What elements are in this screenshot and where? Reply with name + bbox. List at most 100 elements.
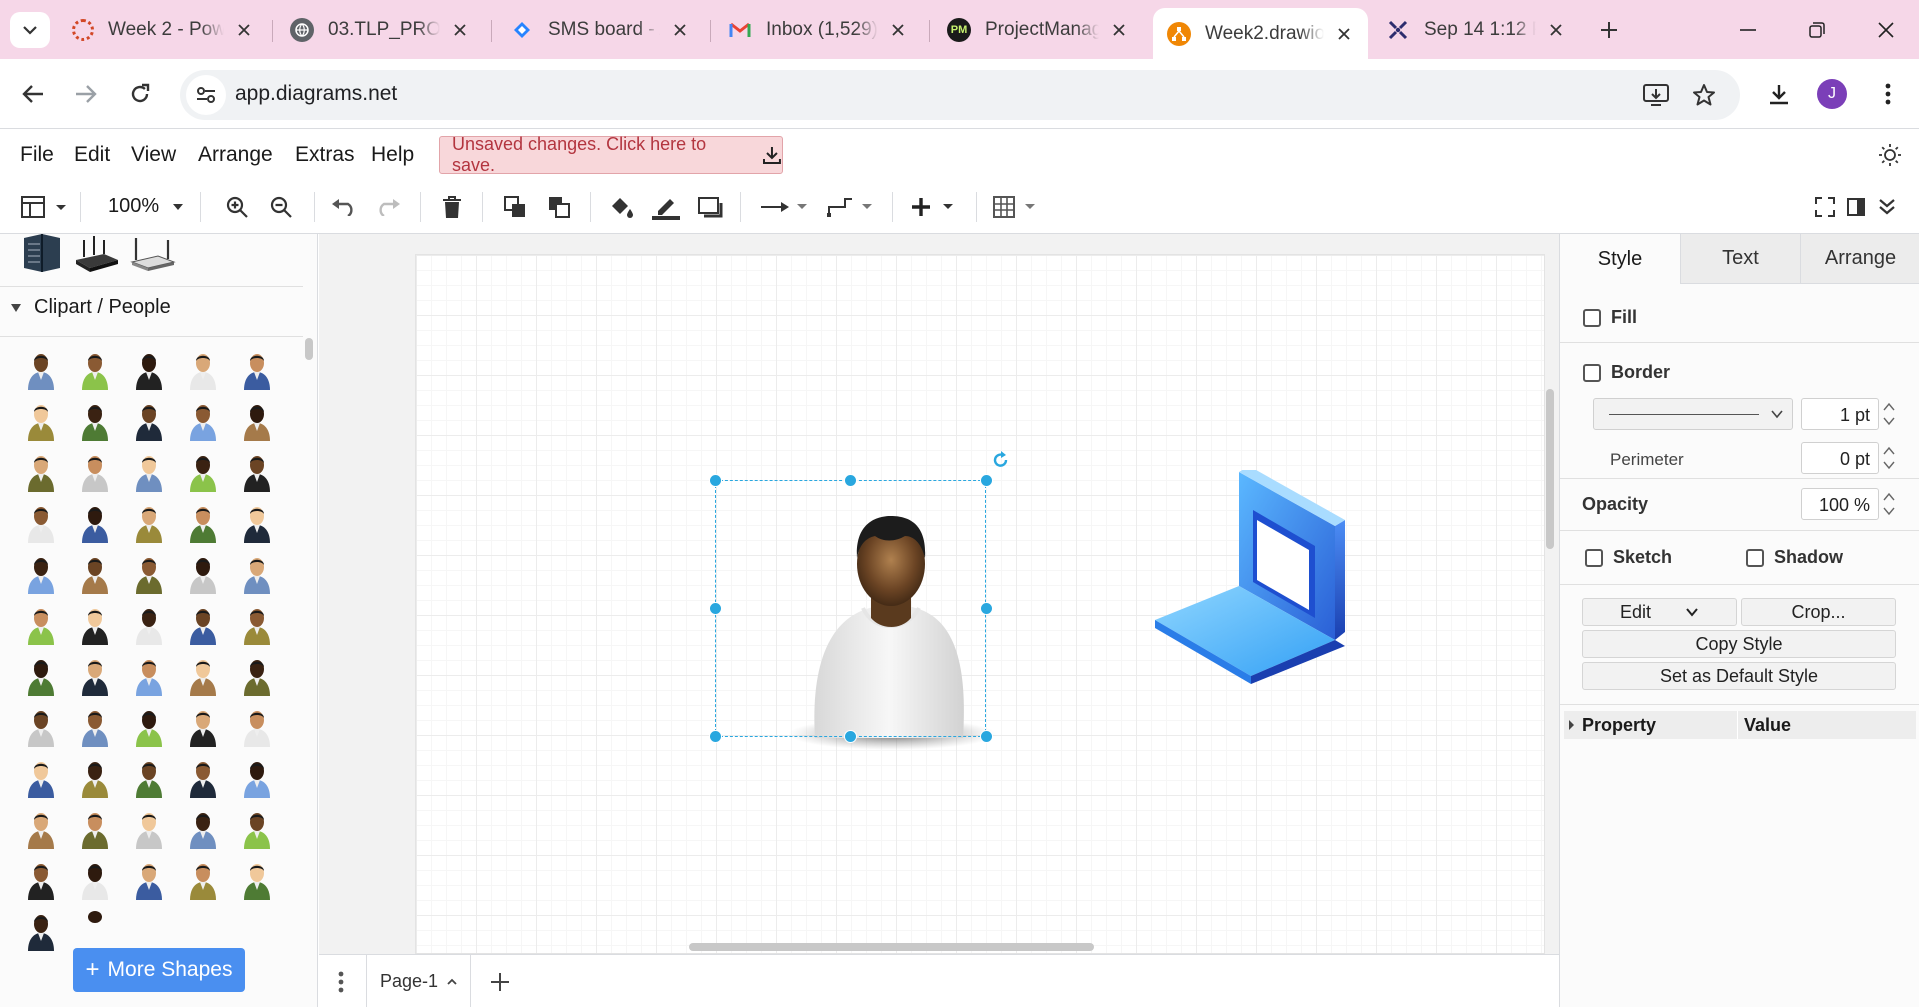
site-info-button[interactable] — [186, 75, 226, 115]
person-clipart-shape[interactable] — [236, 754, 278, 798]
browser-tab-gmail[interactable]: Inbox (1,529) - Gmail — [714, 8, 922, 52]
install-app-icon[interactable] — [1642, 81, 1670, 109]
person-clipart-shape[interactable] — [128, 805, 170, 849]
delete-button[interactable] — [437, 189, 467, 225]
spinner-icon[interactable] — [1882, 488, 1896, 520]
person-clipart-shape[interactable] — [182, 856, 224, 900]
browser-tab-powerpoint[interactable]: Week 2 - PowerPoint — [58, 8, 268, 52]
resize-handle-bottom[interactable] — [844, 730, 857, 743]
person-clipart-shape[interactable] — [74, 346, 116, 390]
resize-handle-top[interactable] — [844, 474, 857, 487]
person-clipart-shape[interactable] — [74, 703, 116, 747]
tab-search-button[interactable] — [10, 12, 50, 48]
collapse-toolbar-button[interactable] — [1874, 189, 1900, 225]
menu-edit[interactable]: Edit — [74, 143, 110, 167]
person-clipart-shape[interactable] — [20, 550, 62, 594]
resize-handle-bottom-left[interactable] — [709, 730, 722, 743]
to-front-button[interactable] — [500, 189, 530, 225]
line-color-button[interactable] — [650, 189, 682, 225]
new-tab-button[interactable] — [1593, 14, 1625, 46]
shadow-checkbox[interactable] — [1746, 548, 1764, 567]
person-clipart-shape[interactable] — [182, 601, 224, 645]
person-clipart-shape[interactable] — [128, 856, 170, 900]
crop-button[interactable]: Crop... — [1741, 598, 1896, 626]
resize-handle-top-right[interactable] — [980, 474, 993, 487]
person-clipart-shape[interactable] — [20, 805, 62, 849]
theme-toggle-button[interactable] — [1875, 140, 1905, 170]
zoom-out-button[interactable] — [266, 189, 296, 225]
page-tab-page-1[interactable]: Page-1 — [366, 955, 471, 1007]
person-clipart-shape[interactable] — [20, 499, 62, 543]
person-clipart-shape[interactable] — [182, 550, 224, 594]
more-shapes-button[interactable]: + More Shapes — [73, 948, 245, 992]
menu-view[interactable]: View — [131, 143, 176, 167]
chevron-up-icon[interactable] — [447, 978, 457, 985]
unsaved-changes-button[interactable]: Unsaved changes. Click here to save. — [439, 134, 783, 175]
person-clipart-shape[interactable] — [20, 856, 62, 900]
connection-style-button[interactable] — [758, 189, 810, 225]
waypoints-button[interactable] — [826, 189, 876, 225]
shadow-button[interactable] — [694, 189, 726, 225]
section-header-clipart-people[interactable]: Clipart / People — [10, 296, 171, 319]
resize-handle-left[interactable] — [709, 602, 722, 615]
resize-handle-bottom-right[interactable] — [980, 730, 993, 743]
close-window-button[interactable] — [1858, 10, 1914, 50]
laptop-shape[interactable] — [1139, 470, 1369, 710]
tab-arrange[interactable]: Arrange — [1800, 234, 1919, 284]
person-clipart-shape[interactable] — [20, 907, 62, 951]
undo-button[interactable] — [328, 189, 360, 225]
person-clipart-shape[interactable] — [182, 703, 224, 747]
canvas-vertical-scrollbar[interactable] — [1546, 389, 1554, 549]
zoom-dropdown-button[interactable] — [170, 189, 186, 225]
restore-button[interactable] — [1789, 10, 1845, 50]
bookmark-star-icon[interactable] — [1690, 81, 1718, 109]
person-clipart-shape[interactable] — [128, 346, 170, 390]
menu-arrange[interactable]: Arrange — [198, 143, 273, 167]
person-clipart-shape[interactable] — [74, 499, 116, 543]
close-tab-icon[interactable] — [1334, 24, 1354, 44]
person-clipart-shape[interactable] — [236, 346, 278, 390]
address-bar[interactable]: app.diagrams.net — [180, 70, 1740, 120]
add-page-button[interactable] — [485, 967, 515, 997]
resize-handle-right[interactable] — [980, 602, 993, 615]
router-icon[interactable] — [74, 234, 120, 272]
person-clipart-shape[interactable] — [74, 550, 116, 594]
person-clipart-shape[interactable] — [74, 907, 116, 923]
zoom-level[interactable]: 100% — [108, 195, 159, 218]
person-clipart-shape[interactable] — [182, 652, 224, 696]
person-clipart-shape[interactable] — [20, 397, 62, 441]
browser-tab-project-management[interactable]: PM ProjectManagement — [933, 8, 1143, 52]
sketch-option[interactable]: Sketch — [1585, 547, 1672, 568]
sidebar-scrollbar[interactable] — [305, 338, 313, 360]
canvas-horizontal-scrollbar[interactable] — [689, 943, 1094, 951]
person-clipart-shape[interactable] — [74, 448, 116, 492]
person-clipart-shape[interactable] — [236, 856, 278, 900]
close-tab-icon[interactable] — [670, 20, 690, 40]
person-clipart-shape[interactable] — [128, 397, 170, 441]
opacity-input[interactable]: 100 % — [1801, 488, 1879, 520]
edit-image-button[interactable]: Edit — [1582, 598, 1737, 626]
fill-color-button[interactable] — [606, 189, 638, 225]
table-button[interactable] — [993, 189, 1043, 225]
person-clipart-shape[interactable] — [20, 703, 62, 747]
diagram-canvas[interactable] — [319, 234, 1559, 954]
tab-style[interactable]: Style — [1560, 234, 1680, 284]
server-rack-icon[interactable] — [20, 234, 64, 272]
profile-button[interactable]: J — [1814, 76, 1850, 112]
person-clipart-shape[interactable] — [182, 397, 224, 441]
person-clipart-shape[interactable] — [236, 652, 278, 696]
minimize-button[interactable] — [1720, 10, 1776, 50]
perimeter-input[interactable]: 0 pt — [1801, 442, 1879, 474]
person-clipart-shape[interactable] — [182, 805, 224, 849]
person-clipart-shape[interactable] — [20, 448, 62, 492]
person-clipart-shape[interactable] — [74, 805, 116, 849]
close-tab-icon[interactable] — [888, 20, 908, 40]
menu-help[interactable]: Help — [371, 143, 414, 167]
downloads-button[interactable] — [1761, 76, 1797, 112]
person-clipart-shape[interactable] — [128, 601, 170, 645]
forward-button[interactable] — [68, 76, 104, 112]
person-clipart-shape[interactable] — [20, 652, 62, 696]
person-clipart-shape[interactable] — [128, 448, 170, 492]
close-tab-icon[interactable] — [234, 20, 254, 40]
person-clipart-shape[interactable] — [182, 754, 224, 798]
